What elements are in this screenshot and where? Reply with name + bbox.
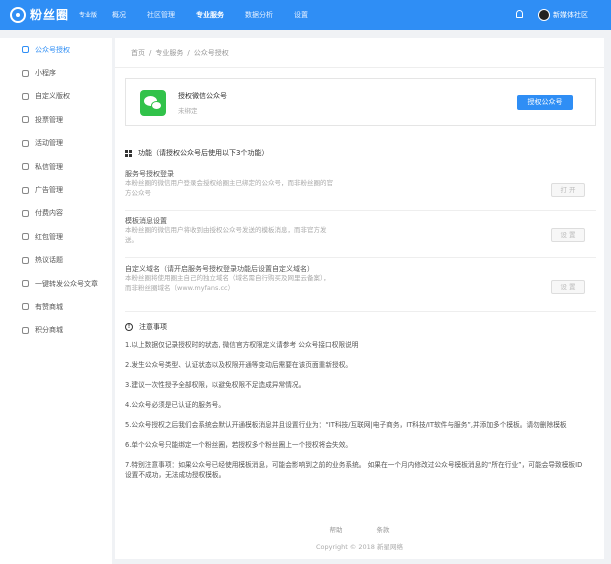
footer-links: 帮助 条款: [115, 524, 604, 534]
features-heading: 功能（请授权公众号后使用以下3个功能）: [125, 148, 268, 158]
card-title: 授权微信公众号: [178, 92, 227, 100]
feature-title: 自定义域名（请开启服务号授权登录功能后设置自定义域名）: [125, 265, 314, 273]
bind-status: 未绑定: [178, 107, 198, 115]
note-item: 5.公众号授权之后我们会系统会默认开通模板消息并且设置行业为：“IT科技/互联网…: [125, 421, 567, 429]
notes-list: 1.以上数据仅记录授权时的状态, 微信官方权限定义请参考 公众号接口权限说明 2…: [125, 340, 585, 490]
warning-icon: !: [125, 323, 133, 331]
sidebar-item-label: 付费内容: [35, 209, 63, 218]
sidebar-item-label: 积分商城: [35, 326, 63, 335]
feature-custom-domain: 自定义域名（请开启服务号授权登录功能后设置自定义域名） 本粉丝圈将使用圈主自己的…: [125, 264, 596, 312]
nav-pro-services[interactable]: 专业服务: [196, 0, 224, 30]
sidebar-item-messages[interactable]: 私信管理: [0, 155, 112, 178]
feature-desc: 本粉丝圈将使用圈主自己的独立域名（域名需自行购买及网里云备案），而非粉丝圈域名（…: [125, 274, 330, 292]
breadcrumb-current: 公众号授权: [193, 49, 229, 57]
shop-icon: [22, 303, 29, 311]
feature-template-msg: 模板消息设置 本粉丝圈的微信用户将收到由授权公众号发送的模板消息，而非官方发送。…: [125, 216, 596, 258]
feature-desc: 本粉丝圈的微信用户将收到由授权公众号发送的模板消息，而非官方发送。: [125, 226, 327, 244]
vote-icon: [22, 116, 29, 124]
paid-icon: [22, 209, 29, 217]
avatar[interactable]: [538, 9, 550, 21]
sidebar-item-hot-topics[interactable]: 热议话题: [0, 249, 112, 272]
red-packet-icon: [22, 233, 29, 241]
sidebar-item-label: 有赞商城: [35, 302, 63, 311]
logo-text: 粉丝圈: [30, 8, 70, 22]
sidebar-item-label: 公众号授权: [35, 45, 70, 54]
logo[interactable]: 粉丝圈 专业版: [10, 6, 97, 23]
sidebar-item-vote[interactable]: 投票管理: [0, 108, 112, 131]
top-bar: 粉丝圈 专业版 概况 社区管理 专业服务 数据分析 设置 新媒体社区: [0, 0, 611, 30]
note-item: 3.建议一次性授予全部权限，以避免权限不足造成异常情况。: [125, 381, 306, 389]
main-nav: 概况 社区管理 专业服务 数据分析 设置: [112, 0, 329, 30]
sidebar-item-label: 小程序: [35, 69, 56, 78]
wechat-auth-card: 授权微信公众号 未绑定 授权公众号: [125, 78, 596, 126]
points-icon: [22, 326, 29, 334]
grid-icon: [125, 149, 132, 157]
sidebar-item-label: 私信管理: [35, 162, 63, 171]
nav-analytics[interactable]: 数据分析: [245, 0, 273, 30]
help-link[interactable]: 帮助: [330, 526, 343, 534]
notice-heading: ! 注意事项: [125, 322, 167, 332]
flag-icon: [22, 139, 29, 147]
note-item: 6.单个公众号只能绑定一个粉丝圈，若授权多个粉丝圈上一个授权将会失效。: [125, 441, 353, 449]
sidebar-item-points-shop[interactable]: 积分商城: [0, 319, 112, 342]
note-item: 7.特别注意事项：如果公众号已经使用模板消息，可能会影响到之前的业务系统。 如果…: [125, 461, 583, 479]
sidebar-item-label: 热议话题: [35, 256, 63, 265]
sidebar-item-label: 活动管理: [35, 139, 63, 148]
note-item: 1.以上数据仅记录授权时的状态, 微信官方权限定义请参考 公众号接口权限说明: [125, 341, 359, 349]
open-button[interactable]: 打 开: [551, 183, 585, 197]
note-item: 2.发生公众号类型、认证状态以及权限开通等变动后需要在该页面重新授权。: [125, 361, 353, 369]
features-heading-text: 功能（请授权公众号后使用以下3个功能）: [138, 149, 269, 157]
breadcrumb-separator: /: [149, 49, 152, 57]
feature-title: 模板消息设置: [125, 217, 167, 225]
feature-title: 服务号授权登录: [125, 170, 174, 178]
terms-link[interactable]: 条款: [377, 526, 390, 534]
wechat-icon: [140, 90, 166, 116]
sidebar-item-label: 自定义版权: [35, 92, 70, 101]
sidebar-item-label: 红包管理: [35, 232, 63, 241]
feature-service-login: 服务号授权登录 本粉丝圈的微信用户登录会授权给圈主已绑定的公众号，而非粉丝圈的官…: [125, 169, 596, 211]
mini-program-icon: [22, 69, 29, 77]
edition-label: 专业版: [79, 12, 98, 19]
wechat-icon: [22, 46, 29, 54]
sidebar-item-copyright[interactable]: 自定义版权: [0, 85, 112, 108]
sidebar: 公众号授权 小程序 自定义版权 投票管理 活动管理 私信管理 广告管理 付费内容…: [0, 38, 112, 564]
divider: [115, 67, 604, 68]
settings-button[interactable]: 设 置: [551, 228, 585, 242]
link-icon: [22, 280, 29, 288]
nav-settings[interactable]: 设置: [294, 0, 308, 30]
megaphone-icon: [22, 186, 29, 194]
breadcrumb-separator: /: [187, 49, 190, 57]
sidebar-item-wechat-auth[interactable]: 公众号授权: [0, 38, 112, 61]
copyright-icon: [22, 92, 29, 100]
bell-icon[interactable]: [516, 10, 523, 18]
note-item: 4.公众号必须是已认证的服务号。: [125, 401, 226, 409]
sidebar-item-forward-articles[interactable]: 一键转发公众号文章: [0, 272, 112, 295]
feature-desc: 本粉丝圈的微信用户登录会授权给圈主已绑定的公众号，而非粉丝圈的官方公众号: [125, 179, 333, 197]
sidebar-item-label: 投票管理: [35, 115, 63, 124]
authorize-button[interactable]: 授权公众号: [517, 95, 573, 110]
breadcrumb-home[interactable]: 首页: [131, 49, 145, 57]
sidebar-item-activity[interactable]: 活动管理: [0, 132, 112, 155]
sidebar-item-label: 一键转发公众号文章: [35, 279, 98, 288]
sidebar-item-mini-program[interactable]: 小程序: [0, 61, 112, 84]
logo-icon: [10, 6, 26, 23]
sidebar-item-ads[interactable]: 广告管理: [0, 178, 112, 201]
sidebar-item-youzan-shop[interactable]: 有赞商城: [0, 295, 112, 318]
sidebar-item-red-packet[interactable]: 红包管理: [0, 225, 112, 248]
copyright: Copyright © 2018 新星网络: [315, 543, 403, 551]
sidebar-item-label: 广告管理: [35, 186, 63, 195]
user-name[interactable]: 新媒体社区: [553, 10, 588, 20]
fire-icon: [22, 256, 29, 264]
breadcrumb: 首页 / 专业服务 / 公众号授权: [131, 48, 229, 58]
sidebar-item-paid-content[interactable]: 付费内容: [0, 202, 112, 225]
notice-heading-text: 注意事项: [139, 323, 167, 331]
nav-overview[interactable]: 概况: [112, 0, 126, 30]
settings-button[interactable]: 设 置: [551, 280, 585, 294]
nav-community[interactable]: 社区管理: [147, 0, 175, 30]
breadcrumb-pro-services[interactable]: 专业服务: [155, 49, 183, 57]
message-icon: [22, 163, 29, 171]
main-panel: 首页 / 专业服务 / 公众号授权 授权微信公众号 未绑定 授权公众号 功能（请授权公众…: [115, 38, 604, 559]
